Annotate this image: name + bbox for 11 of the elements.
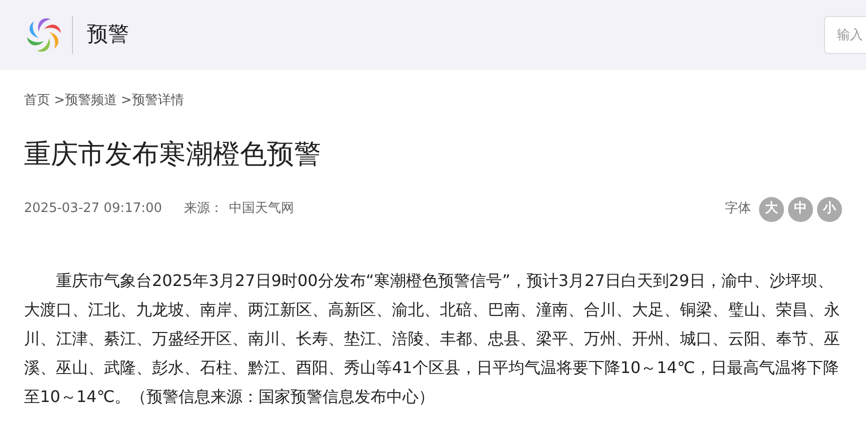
site-title: 预警 (87, 21, 129, 48)
source-name: 中国天气网 (229, 200, 294, 218)
article-title: 重庆市发布寒潮橙色预警 (24, 138, 322, 172)
breadcrumb-link[interactable]: 首页 (24, 91, 50, 110)
breadcrumb-link[interactable]: >预警详情 (120, 91, 184, 110)
publish-time: 2025-03-27 09:17:00 (24, 200, 162, 218)
font-size-label: 字体 (725, 200, 751, 218)
source-label: 来源： (184, 200, 224, 218)
article-body: 重庆市气象台2025年3月27日9时00分发布“寒潮橙色预警信号”，预计3月27日白天到29日，渝中、沙坪坝、大渡口、江北、九龙坡、南岸、两江新区、高新区、渝北、北碚、巴南、潼南、合川、大足、铜梁、璧山、荣昌、永川、江津、綦江、万盛经开区、南川、长寿、垫江、涪陵、丰都、忠县、梁平、万州、开州、城口、云阳、奉节、巫溪、巫山、武隆、彭水、石柱、黔江、酉阳、秀山等41个区县，日平均气温将要下降10～14℃，日最高气温将下降至10～14℃。（预警信息来源：国家预警信息发布中心） (24, 270, 841, 408)
search-field[interactable]: 输入 (824, 16, 866, 54)
breadcrumb-link[interactable]: >预警频道 (54, 91, 117, 110)
